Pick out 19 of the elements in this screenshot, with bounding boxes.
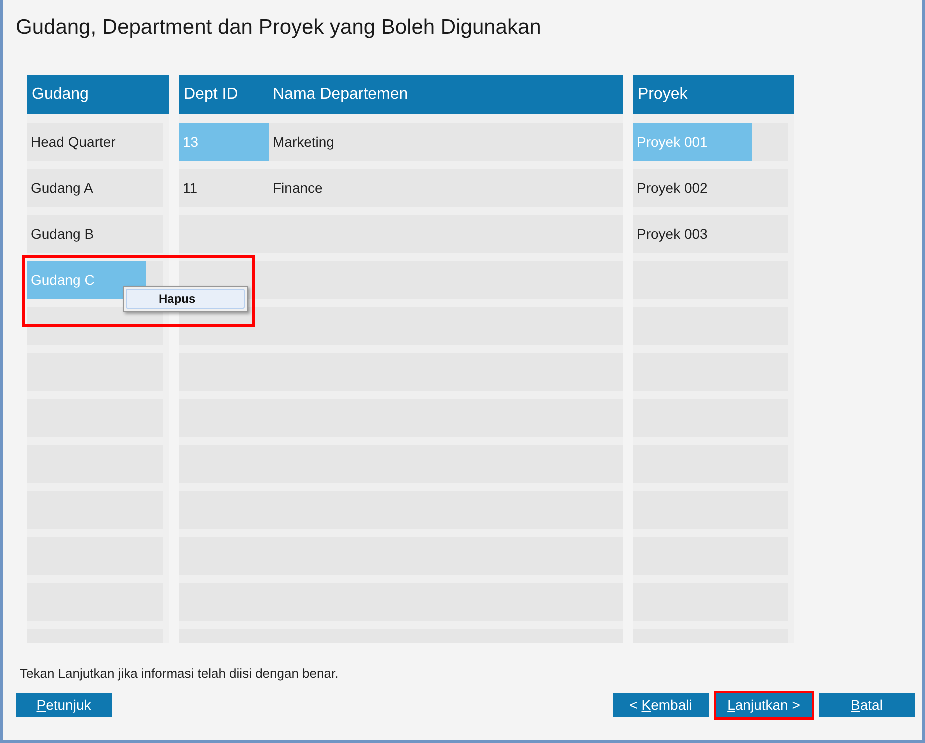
table-cell[interactable]: Gudang A bbox=[27, 169, 163, 207]
dialog-button[interactable]: Batal bbox=[819, 693, 915, 717]
table-cell[interactable]: Gudang B bbox=[27, 215, 163, 253]
table-cell[interactable]: Marketing bbox=[269, 123, 609, 161]
dialog-button[interactable]: Petunjuk bbox=[16, 693, 112, 717]
table-cell[interactable]: Head Quarter bbox=[27, 123, 163, 161]
menu-item[interactable]: Hapus bbox=[126, 289, 245, 309]
column-header: Gudang bbox=[27, 75, 169, 114]
table-cell[interactable]: Finance bbox=[269, 169, 609, 207]
column-header: Proyek bbox=[633, 75, 794, 114]
column-header: Nama Departemen bbox=[272, 84, 408, 104]
table-cell[interactable]: Proyek 003 bbox=[633, 215, 788, 253]
dialog-title: Gudang, Department dan Proyek yang Boleh Digunakan bbox=[16, 15, 542, 41]
dialog-button[interactable]: Lanjutkan > bbox=[716, 693, 812, 717]
table-cell[interactable]: Proyek 002 bbox=[633, 169, 788, 207]
hint-text: Tekan Lanjutkan jika informasi telah diisi dengan benar. bbox=[20, 665, 339, 683]
table-cell[interactable]: 11 bbox=[179, 169, 269, 207]
column-header: Dept ID bbox=[183, 84, 240, 104]
dialog-button[interactable]: < Kembali bbox=[613, 693, 709, 717]
